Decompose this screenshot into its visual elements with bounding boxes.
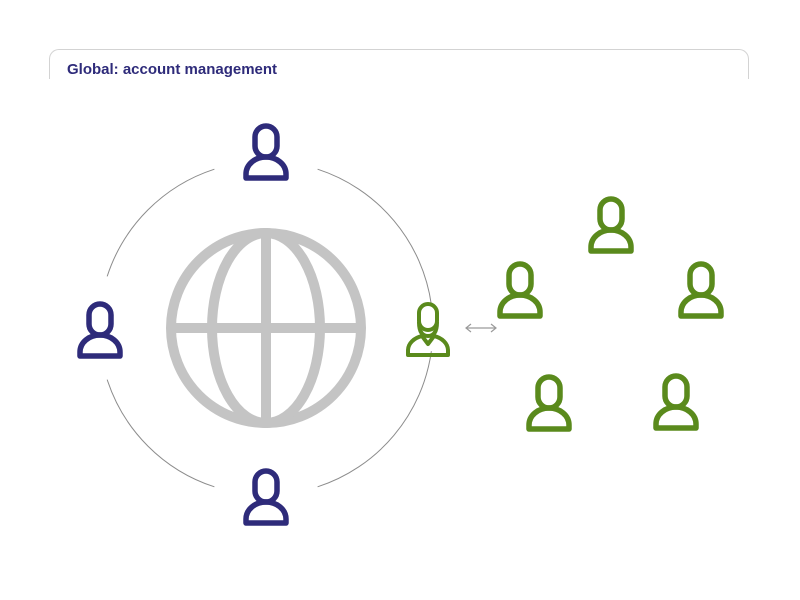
global-user-left [80,304,120,356]
global-user-bottom [246,471,286,523]
local-user-1 [591,199,631,251]
local-admin-bearded-user-icon [406,302,450,357]
bidirectional-arrow-icon [465,323,497,333]
local-user-5 [656,376,696,428]
local-user-4 [529,377,569,429]
local-user-3 [681,264,721,316]
globe-icon [166,228,366,428]
ring-arc [317,351,432,488]
local-user-2 [500,264,540,316]
ring-arc [317,168,432,305]
account-management-diagram [0,0,800,600]
global-user-top [246,126,286,178]
